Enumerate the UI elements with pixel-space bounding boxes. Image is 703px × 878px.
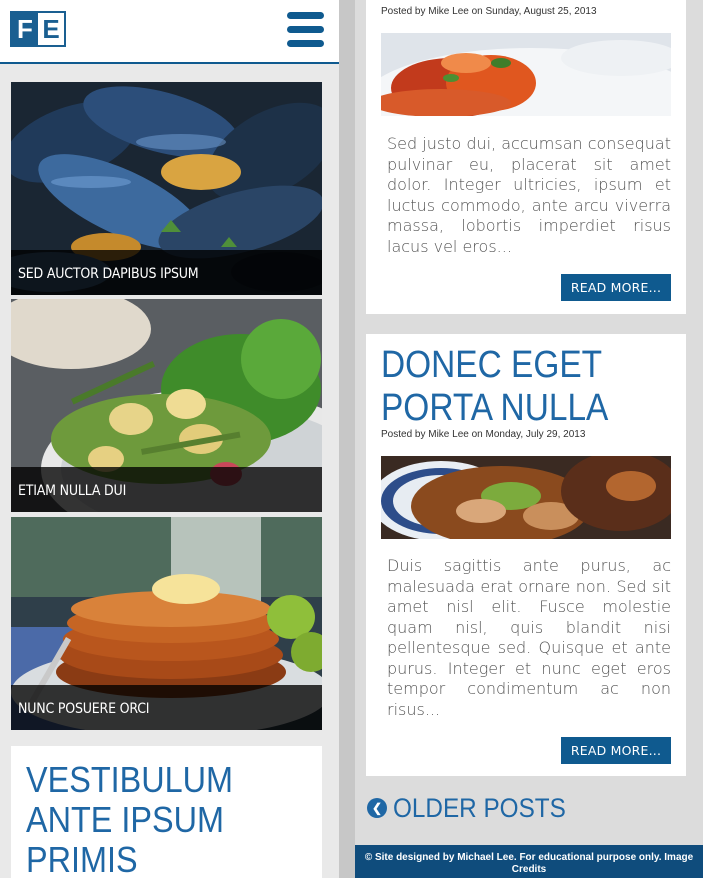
hamburger-menu-icon[interactable] — [287, 12, 324, 49]
left-column: F E SED AUCTOR DAPIBUS IPSUM ETIAM NULLA… — [0, 0, 339, 878]
tile-caption: ETIAM NULLA DUI — [11, 467, 322, 512]
post-title[interactable]: VESTIBULUM ANTE IPSUM PRIMIS — [26, 760, 287, 878]
column-divider — [339, 0, 355, 878]
site-logo[interactable]: F E — [10, 11, 66, 47]
post-title[interactable]: DONEC EGET PORTA NULLA — [381, 344, 645, 430]
post-excerpt: Sed justo dui, accumsan consequat pulvin… — [387, 134, 671, 256]
site-footer: © Site designed by Michael Lee. For educ… — [355, 845, 703, 878]
post-card-1: Posted by Mike Lee on Sunday, August 25,… — [366, 0, 686, 314]
post-image[interactable] — [381, 33, 671, 116]
tile-caption: NUNC POSUERE ORCI — [11, 685, 322, 730]
ramen-photo — [381, 456, 671, 539]
tile-caption: SED AUCTOR DAPIBUS IPSUM — [11, 250, 322, 295]
footer-text: © Site designed by Michael Lee. For educ… — [364, 852, 694, 875]
site-header: F E — [0, 0, 339, 64]
featured-tile-1[interactable]: SED AUCTOR DAPIBUS IPSUM — [11, 82, 322, 295]
logo-letter-f: F — [12, 13, 38, 45]
post-card-left: VESTIBULUM ANTE IPSUM PRIMIS — [11, 746, 322, 878]
post-image[interactable] — [381, 456, 671, 539]
logo-letter-e: E — [38, 13, 64, 45]
read-more-button[interactable]: READ MORE... — [561, 737, 671, 764]
older-posts-link[interactable]: ❮ OLDER POSTS — [367, 790, 585, 826]
featured-tile-2[interactable]: ETIAM NULLA DUI — [11, 299, 322, 512]
post-card-2: DONEC EGET PORTA NULLA Posted by Mike Le… — [366, 334, 686, 776]
right-column: Posted by Mike Lee on Sunday, August 25,… — [355, 0, 703, 878]
post-meta: Posted by Mike Lee on Monday, July 29, 2… — [381, 429, 586, 440]
read-more-button[interactable]: READ MORE... — [561, 274, 671, 301]
older-posts-label: OLDER POSTS — [393, 792, 566, 823]
post-meta: Posted by Mike Lee on Sunday, August 25,… — [381, 6, 597, 17]
featured-tile-3[interactable]: NUNC POSUERE ORCI — [11, 517, 322, 730]
chevron-left-circle-icon: ❮ — [367, 798, 387, 818]
post-excerpt: Duis sagittis ante purus, ac malesuada e… — [387, 556, 671, 719]
pasta-photo — [381, 33, 671, 116]
